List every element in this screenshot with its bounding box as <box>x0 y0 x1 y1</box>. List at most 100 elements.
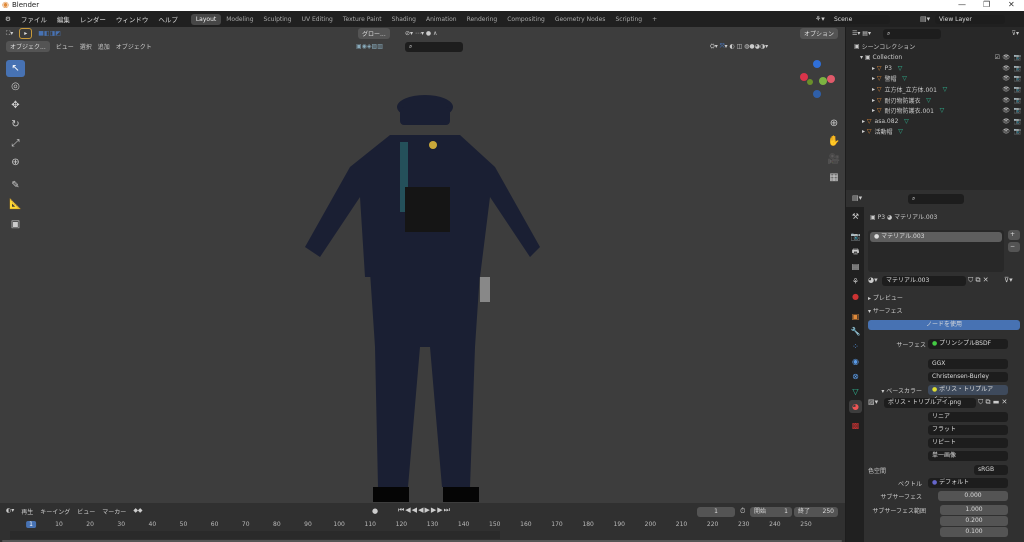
extension-dropdown[interactable]: リピート <box>928 438 1008 448</box>
menu-render[interactable]: レンダー <box>75 14 111 24</box>
add-slot-button[interactable]: + <box>1008 230 1020 240</box>
scene-field[interactable]: Scene <box>830 14 890 24</box>
current-frame-indicator[interactable]: 1 <box>26 521 36 528</box>
render-icon[interactable]: 📷 <box>1014 128 1021 135</box>
world-tab-icon[interactable]: ● <box>849 290 862 303</box>
move-tool-icon[interactable]: ✥ <box>6 97 25 114</box>
visibility-icon[interactable]: 👁 <box>1002 54 1010 61</box>
material-slot-item[interactable]: ● マテリアル.003 <box>870 232 1002 242</box>
annotate-tool-icon[interactable]: ✎ <box>6 177 25 194</box>
visibility-icon[interactable]: 👁 <box>1002 65 1010 72</box>
scene-tab-icon[interactable]: ⚘ <box>849 275 862 288</box>
source-dropdown[interactable]: 単一画像 <box>928 451 1008 461</box>
shading-icons[interactable]: ⛭▾ ⤧▾ ◐ ◫ ◍●◕◑▾ <box>710 43 768 51</box>
render-icon[interactable]: 📷 <box>1014 86 1021 93</box>
distribution-dropdown[interactable]: GGX <box>928 359 1008 369</box>
tab-modeling[interactable]: Modeling <box>221 14 258 25</box>
view-layer-icon[interactable]: ▤▾ <box>920 15 930 23</box>
maximize-button[interactable]: ❐ <box>983 0 990 9</box>
surface-panel-header[interactable]: ▾ サーフェス <box>868 306 903 315</box>
outliner-item[interactable]: ▸ ▽ 立方体_立方体.001 ▽ 👁 📷 <box>846 84 1024 95</box>
navigation-gizmo[interactable] <box>795 57 840 117</box>
visibility-icon[interactable]: 👁 <box>1002 128 1010 135</box>
render-tab-icon[interactable]: 📷 <box>849 230 862 243</box>
visibility-icon[interactable]: 👁 <box>1002 118 1010 125</box>
material-browse-icon[interactable]: ◕▾ <box>868 276 878 284</box>
3d-viewport[interactable]: ⛶▾ ▸ ■◧◨◩ グロー... ⊘▾ ⋯▾ ● ∧ オプション オブジェク..… <box>0 27 845 503</box>
menu-view[interactable]: ビュー <box>56 42 74 51</box>
subsurface-field[interactable]: 0.000 <box>938 491 1008 501</box>
surface-shader-field[interactable]: ● プリンシプルBSDF <box>928 339 1008 349</box>
select-tool-icon[interactable]: ▸ <box>19 28 33 39</box>
outliner-search-input[interactable]: ⌕ <box>882 28 941 39</box>
outliner-item[interactable]: ▸ ▽ 耐刃物防護衣 ▽ 👁 📷 <box>846 95 1024 106</box>
measure-tool-icon[interactable]: 📐 <box>6 196 25 213</box>
visibility-icon[interactable]: 👁 <box>1002 97 1010 104</box>
filter-icons[interactable]: ▣◉◈▨▥ <box>356 43 383 50</box>
scene-icon[interactable]: ⚘▾ <box>815 15 825 23</box>
outliner-item[interactable]: ▸ ▽ asa.082 ▽ 👁 📷 <box>846 116 1024 127</box>
filter-icon[interactable]: ⊽▾ <box>1012 30 1019 37</box>
visibility-icon[interactable]: 👁 <box>1002 107 1010 114</box>
render-icon[interactable]: 📷 <box>1014 97 1021 104</box>
add-cube-tool-icon[interactable]: ▣ <box>6 216 25 233</box>
view-layer-field[interactable]: View Layer <box>935 14 1005 24</box>
close-button[interactable]: ✕ <box>1008 0 1015 9</box>
editor-type-icon[interactable]: ⛶▾ <box>6 30 13 38</box>
subsurface-method-dropdown[interactable]: Christensen-Burley <box>928 372 1008 382</box>
render-icon[interactable]: 📷 <box>1014 118 1021 125</box>
image-browse-icon[interactable]: ▨▾ <box>868 398 878 406</box>
material-actions[interactable]: ⛉ ⧉ ✕ <box>968 276 989 285</box>
tool-tab-icon[interactable]: ⚒ <box>849 210 862 223</box>
outliner-item[interactable]: ▸ ▽ P3 ▽ 👁 📷 <box>846 63 1024 74</box>
menu-add[interactable]: 追加 <box>98 42 110 51</box>
tab-geometry-nodes[interactable]: Geometry Nodes <box>550 14 611 25</box>
subsurface-radius-x[interactable]: 1.000 <box>940 505 1008 515</box>
render-icon[interactable]: 📷 <box>1014 65 1021 72</box>
projection-dropdown[interactable]: フラット <box>928 425 1008 435</box>
tab-rendering[interactable]: Rendering <box>462 14 503 25</box>
preview-panel-header[interactable]: ▸ プレビュー <box>868 293 903 302</box>
pan-view-icon[interactable]: ✋ <box>826 136 842 150</box>
particles-tab-icon[interactable]: ⁘ <box>849 340 862 353</box>
add-workspace-button[interactable]: + <box>647 14 662 25</box>
tab-uv-editing[interactable]: UV Editing <box>297 14 338 25</box>
subsurface-radius-y[interactable]: 0.200 <box>940 516 1008 526</box>
base-color-field[interactable]: ● ポリス・トリプルアイ.png <box>928 385 1008 403</box>
blender-menu-icon[interactable]: ⚙ <box>0 15 16 23</box>
cursor-tool-icon[interactable]: ◎ <box>6 78 25 95</box>
zoom-view-icon[interactable]: ⊕ <box>826 118 842 132</box>
vector-field[interactable]: ● デフォルト <box>928 478 1008 488</box>
visibility-icon[interactable]: 👁 <box>1002 75 1010 82</box>
visibility-icon[interactable]: 👁 <box>1002 86 1010 93</box>
outliner-item[interactable]: ▸ ▽ 耐刃物防護衣.001 ▽ 👁 📷 <box>846 105 1024 116</box>
menu-edit[interactable]: 編集 <box>52 14 75 24</box>
outliner-item[interactable]: ▸ ▽ 警帽 ▽ 👁 📷 <box>846 74 1024 85</box>
tweak-tool-icon[interactable]: ↖ <box>6 60 25 77</box>
menu-object[interactable]: オブジェクト <box>116 42 152 51</box>
viewport-search-input[interactable]: ⌕ <box>405 41 463 52</box>
rotate-tool-icon[interactable]: ↻ <box>6 116 25 133</box>
image-selector[interactable]: ポリス・トリプルアイ.png <box>884 398 976 408</box>
menu-select[interactable]: 選択 <box>80 42 92 51</box>
scale-tool-icon[interactable]: ⤢ <box>6 135 25 152</box>
image-actions[interactable]: ⛉ ⧉ ▬ ✕ <box>978 398 1007 407</box>
colorspace-dropdown[interactable]: sRGB <box>974 465 1008 475</box>
material-tab-icon[interactable]: ◕ <box>849 400 862 413</box>
object-tab-icon[interactable]: ▣ <box>849 310 862 323</box>
tab-animation[interactable]: Animation <box>421 14 462 25</box>
properties-search-input[interactable]: ⌕ <box>908 194 964 204</box>
tab-layout[interactable]: Layout <box>190 13 222 25</box>
output-tab-icon[interactable]: 🖶 <box>849 245 862 258</box>
minimize-button[interactable]: — <box>958 0 966 9</box>
display-mode-icon[interactable]: ☰▾ ▤▾ <box>852 30 871 37</box>
tab-scripting[interactable]: Scripting <box>610 14 647 25</box>
tab-sculpting[interactable]: Sculpting <box>259 14 297 25</box>
render-icon[interactable]: 📷 <box>1014 75 1021 82</box>
tab-compositing[interactable]: Compositing <box>502 14 550 25</box>
material-slot-list[interactable]: ● マテリアル.003 <box>868 230 1004 272</box>
snap-icons[interactable]: ⊘▾ ⋯▾ ● ∧ <box>405 30 437 37</box>
view-layer-tab-icon[interactable]: ▤ <box>849 260 862 273</box>
mode-dropdown[interactable]: オブジェク... <box>6 41 50 52</box>
data-tab-icon[interactable]: ▽ <box>849 385 862 398</box>
